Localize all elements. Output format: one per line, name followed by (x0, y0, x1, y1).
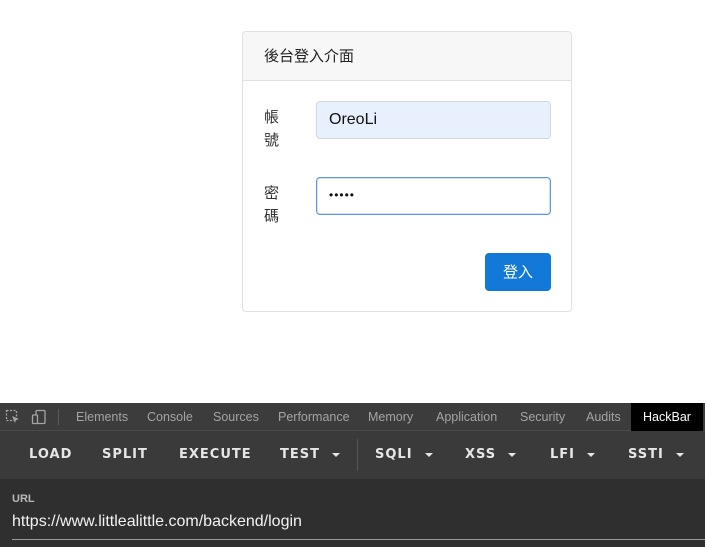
chevron-down-icon (587, 452, 596, 457)
load-button[interactable]: LOAD (29, 431, 72, 479)
url-section: URL https://www.littlealittle.com/backen… (0, 479, 705, 547)
account-label: 帳號 (264, 108, 280, 149)
chevron-down-icon (675, 452, 684, 457)
tab-application[interactable]: Application (436, 403, 497, 431)
card-title: 後台登入介面 (243, 32, 571, 81)
devtools-panel: Elements Console Sources Performance Mem… (0, 403, 705, 547)
tab-console[interactable]: Console (147, 403, 193, 431)
url-label: URL (12, 493, 35, 505)
account-input[interactable]: OreoLi (316, 101, 551, 139)
tab-sources[interactable]: Sources (213, 403, 259, 431)
hackbar-toolbar: LOAD SPLIT EXECUTE TEST SQLI XSS LFI SST… (0, 431, 705, 479)
sqli-dropdown[interactable]: SQLI (375, 431, 433, 479)
lfi-label: LFI (550, 447, 576, 462)
password-input[interactable]: ••••• (316, 177, 551, 215)
split-button[interactable]: SPLIT (102, 431, 148, 479)
chevron-down-icon (424, 452, 433, 457)
test-dropdown[interactable]: TEST (280, 431, 340, 479)
login-card: 後台登入介面 帳號 OreoLi 密碼 ••••• 登入 (242, 31, 572, 312)
tab-security[interactable]: Security (520, 403, 565, 431)
test-label: TEST (280, 447, 320, 462)
load-label: LOAD (29, 447, 73, 462)
tab-performance[interactable]: Performance (278, 403, 350, 431)
xss-label: XSS (465, 447, 497, 462)
toolbar-separator (58, 409, 59, 425)
ssti-label: SSTI (628, 447, 664, 462)
tab-audits[interactable]: Audits (586, 403, 621, 431)
password-label: 密碼 (264, 184, 280, 225)
chevron-down-icon (331, 452, 340, 457)
xss-dropdown[interactable]: XSS (465, 431, 517, 479)
execute-button[interactable]: EXECUTE (179, 431, 252, 479)
url-underline (12, 539, 705, 540)
tab-elements[interactable]: Elements (76, 403, 128, 431)
lfi-dropdown[interactable]: LFI (550, 431, 596, 479)
inspect-element-icon[interactable] (5, 409, 21, 425)
url-input[interactable]: https://www.littlealittle.com/backend/lo… (12, 513, 302, 531)
device-toolbar-icon[interactable] (31, 409, 47, 425)
login-button[interactable]: 登入 (485, 253, 551, 291)
tab-memory[interactable]: Memory (368, 403, 413, 431)
sqli-label: SQLI (375, 447, 413, 462)
ssti-dropdown[interactable]: SSTI (628, 431, 684, 479)
chevron-down-icon (508, 452, 517, 457)
execute-label: EXECUTE (179, 447, 252, 462)
devtools-tabbar: Elements Console Sources Performance Mem… (0, 403, 705, 431)
split-label: SPLIT (102, 447, 148, 462)
toolbar-divider (357, 439, 358, 471)
tab-hackbar[interactable]: HackBar (631, 403, 703, 431)
